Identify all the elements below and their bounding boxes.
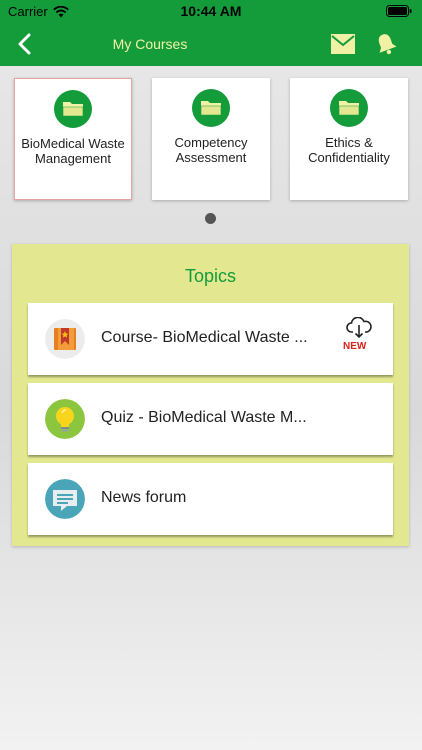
course-label: Competency Assessment — [174, 135, 248, 165]
lightbulb-icon — [45, 399, 85, 439]
folder-icon — [330, 89, 368, 127]
page-title: My Courses — [112, 36, 188, 52]
book-bookmark-icon — [45, 319, 85, 359]
courses-carousel: BioMedical Waste Management Competency A… — [0, 78, 422, 204]
topic-label: Quiz - BioMedical Waste M... — [101, 409, 307, 426]
folder-icon — [54, 90, 92, 128]
course-label: BioMedical Waste Management — [21, 136, 125, 166]
topic-row-quiz[interactable]: Quiz - BioMedical Waste M... — [28, 383, 393, 455]
course-card-ethics[interactable]: Ethics & Confidentiality — [290, 78, 408, 200]
mail-icon[interactable] — [331, 34, 355, 54]
topic-label: Course- BioMedical Waste ... — [101, 329, 308, 346]
topics-title: Topics — [184, 266, 237, 286]
chat-bubble-icon — [45, 479, 85, 519]
topic-row-course[interactable]: Course- BioMedical Waste ... NEW — [28, 303, 393, 375]
status-time: 10:44 AM — [180, 3, 242, 19]
cloud-download-icon[interactable] — [346, 317, 372, 339]
navigation-bar: My Courses — [0, 22, 422, 66]
course-card-biomedical-waste[interactable]: BioMedical Waste Management — [14, 78, 132, 200]
battery-icon — [386, 5, 412, 17]
bell-icon[interactable] — [374, 32, 398, 56]
status-bar: Carrier 10:44 AM — [0, 0, 422, 22]
topic-row-news-forum[interactable]: News forum — [28, 463, 393, 535]
course-card-competency[interactable]: Competency Assessment — [152, 78, 270, 200]
folder-icon — [192, 89, 230, 127]
new-badge: NEW — [343, 341, 367, 352]
topic-label: News forum — [101, 489, 187, 506]
course-label: Ethics & Confidentiality — [308, 135, 390, 165]
topics-panel: Topics Course- BioMedical Waste ... NEW … — [12, 244, 409, 546]
page-indicator-dot[interactable] — [205, 213, 216, 224]
